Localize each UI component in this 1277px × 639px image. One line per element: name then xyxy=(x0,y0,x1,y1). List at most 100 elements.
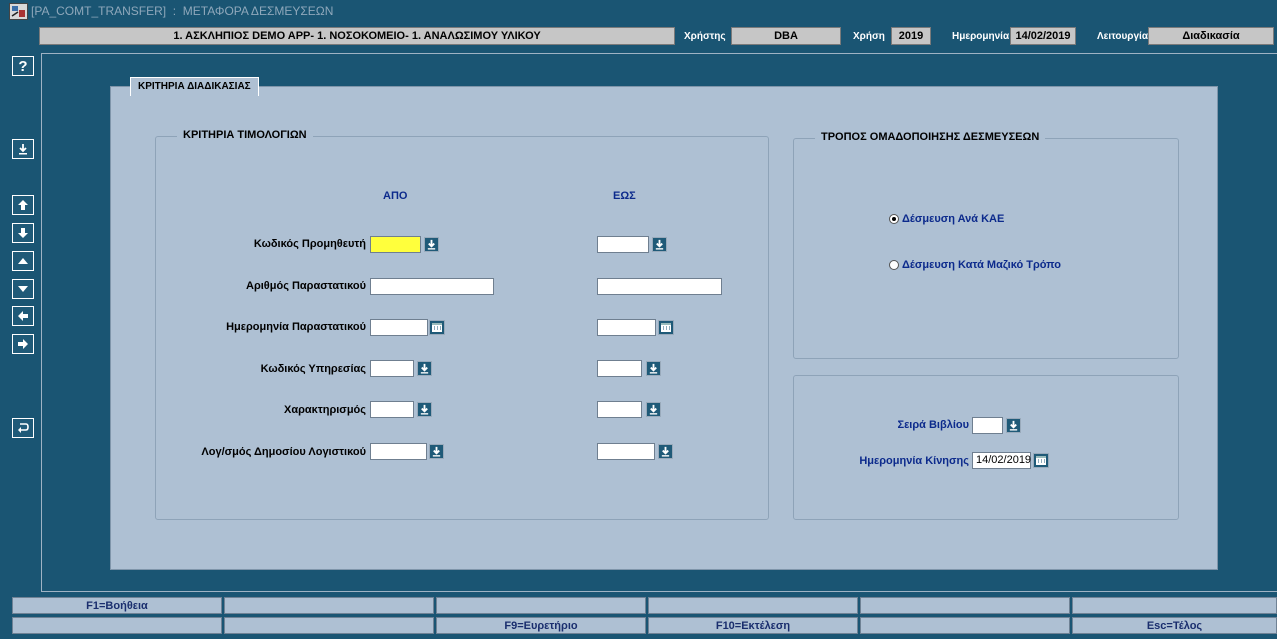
document-number-to-input[interactable] xyxy=(597,278,722,295)
supplier-code-label: Κωδικός Προμηθευτή xyxy=(253,238,366,250)
organization-field: 1. ΑΣΚΛΗΠΙΟΣ DEMO APP- 1. ΝΟΣΟΚΟΜΕΙΟ- 1.… xyxy=(39,27,675,45)
date-field: 14/02/2019 xyxy=(1010,27,1076,45)
down-arrow-list-icon xyxy=(655,239,664,250)
exit-button[interactable] xyxy=(12,418,34,438)
movement-date-label: Ημερομηνία Κίνησης xyxy=(859,455,969,467)
down-arrow-list-icon xyxy=(1009,420,1018,431)
radio-bulk-label[interactable]: Δέσμευση Κατά Μαζικό Τρόπο xyxy=(902,259,1061,271)
book-series-label: Σειρά Βιβλίου xyxy=(897,419,969,431)
user-field: DBA xyxy=(731,27,841,45)
grouping-title: ΤΡΟΠΟΣ ΟΜΑΔΟΠΟΙΗΣΗΣ ΔΕΣΜΕΥΣΕΩΝ xyxy=(815,131,1046,143)
radio-per-kae-label[interactable]: Δέσμευση Ανά ΚΑΕ xyxy=(902,213,1004,225)
public-accounting-from-lov-button[interactable] xyxy=(429,444,444,459)
fkey-slot[interactable] xyxy=(860,597,1070,614)
first-record-button[interactable] xyxy=(12,195,34,215)
book-series-input[interactable] xyxy=(972,417,1003,434)
fkey-slot[interactable] xyxy=(224,617,434,634)
down-arrow-list-icon xyxy=(649,363,658,374)
user-label: Χρήστης xyxy=(684,31,726,42)
radio-per-kae[interactable] xyxy=(889,214,899,224)
public-accounting-label: Λογ/σμός Δημοσίου Λογιστικού xyxy=(201,446,366,458)
down-arrow-list-icon xyxy=(661,446,670,457)
supplier-code-to-input[interactable] xyxy=(597,236,649,253)
characterization-from-input[interactable] xyxy=(370,401,414,418)
function-label: Λειτουργία xyxy=(1097,31,1148,42)
arrow-down-bold-icon xyxy=(18,228,28,238)
fkey-slot[interactable] xyxy=(860,617,1070,634)
fkey-slot[interactable] xyxy=(224,597,434,614)
public-accounting-to-lov-button[interactable] xyxy=(658,444,673,459)
document-date-from-calendar-button[interactable] xyxy=(429,320,445,335)
next-block-button[interactable] xyxy=(12,334,34,354)
next-record-button[interactable] xyxy=(12,279,34,299)
grouping-group xyxy=(793,138,1179,359)
year-field: 2019 xyxy=(891,27,931,45)
arrow-left-icon xyxy=(18,311,28,321)
to-header: ΕΩΣ xyxy=(613,190,636,202)
down-arrow-list-icon xyxy=(420,404,429,415)
calendar-icon xyxy=(432,323,442,332)
public-accounting-from-input[interactable] xyxy=(370,443,427,460)
help-icon: ? xyxy=(18,57,28,75)
movement-date-input[interactable]: 14/02/2019 xyxy=(972,452,1031,469)
title-bar: [PA_COMT_TRANSFER] : ΜΕΤΑΦΟΡΑ ΔΕΣΜΕΥΣΕΩΝ xyxy=(0,0,1277,22)
characterization-to-input[interactable] xyxy=(597,401,642,418)
from-header: ΑΠΟ xyxy=(383,190,408,202)
app-logo-icon xyxy=(9,3,28,20)
year-label: Χρήση xyxy=(853,31,885,42)
document-date-from-input[interactable] xyxy=(370,319,428,336)
arrow-right-icon xyxy=(18,339,28,349)
characterization-from-lov-button[interactable] xyxy=(417,402,432,417)
function-field: Διαδικασία xyxy=(1148,27,1274,45)
down-arrow-list-icon xyxy=(420,363,429,374)
movement-date-calendar-button[interactable] xyxy=(1033,453,1049,468)
document-date-label: Ημερομηνία Παραστατικού xyxy=(226,321,366,333)
last-record-button[interactable] xyxy=(12,223,34,243)
radio-bulk[interactable] xyxy=(889,260,899,270)
service-code-from-input[interactable] xyxy=(370,360,414,377)
document-date-to-input[interactable] xyxy=(597,319,656,336)
supplier-code-to-lov-button[interactable] xyxy=(652,237,667,252)
document-date-to-calendar-button[interactable] xyxy=(658,320,674,335)
down-arrow-list-icon xyxy=(19,144,27,155)
fkey-slot[interactable] xyxy=(1072,597,1277,614)
characterization-to-lov-button[interactable] xyxy=(646,402,661,417)
triangle-up-icon xyxy=(18,258,28,264)
supplier-code-from-input[interactable] xyxy=(370,236,421,253)
tab-process-criteria[interactable]: ΚΡΙΤΗΡΙΑ ΔΙΑΔΙΚΑΣΙΑΣ xyxy=(130,77,259,96)
calendar-icon xyxy=(661,323,671,332)
invoice-criteria-title: ΚΡΙΤΗΡΙΑ ΤΙΜΟΛΟΓΙΩΝ xyxy=(177,129,313,141)
book-series-lov-button[interactable] xyxy=(1006,418,1021,433)
public-accounting-to-input[interactable] xyxy=(597,443,655,460)
characterization-label: Χαρακτηρισμός xyxy=(284,404,366,416)
fkey-slot[interactable] xyxy=(12,617,222,634)
calendar-icon xyxy=(1036,456,1046,465)
triangle-down-icon xyxy=(18,286,28,292)
down-arrow-list-icon xyxy=(427,239,436,250)
service-code-to-input[interactable] xyxy=(597,360,642,377)
supplier-code-from-lov-button[interactable] xyxy=(424,237,439,252)
fkey-f9-index[interactable]: F9=Ευρετήριο xyxy=(436,617,646,634)
previous-record-button[interactable] xyxy=(12,251,34,271)
document-number-from-input[interactable] xyxy=(370,278,494,295)
list-of-values-button[interactable] xyxy=(12,139,34,159)
fkey-f1-help[interactable]: F1=Βοήθεια xyxy=(12,597,222,614)
help-button[interactable]: ? xyxy=(12,56,34,76)
down-arrow-list-icon xyxy=(432,446,441,457)
window-title: [PA_COMT_TRANSFER] : ΜΕΤΑΦΟΡΑ ΔΕΣΜΕΥΣΕΩΝ xyxy=(31,4,334,18)
movement-group xyxy=(793,375,1179,520)
service-code-to-lov-button[interactable] xyxy=(646,361,661,376)
return-icon xyxy=(18,423,29,433)
arrow-up-bold-icon xyxy=(18,200,28,210)
radio-selected-dot xyxy=(892,217,896,221)
date-label: Ημερομηνία xyxy=(952,31,1010,42)
service-code-from-lov-button[interactable] xyxy=(417,361,432,376)
previous-block-button[interactable] xyxy=(12,306,34,326)
down-arrow-list-icon xyxy=(649,404,658,415)
service-code-label: Κωδικός Υπηρεσίας xyxy=(260,363,366,375)
fkey-esc-end[interactable]: Esc=Τέλος xyxy=(1072,617,1277,634)
fkey-f10-execute[interactable]: F10=Εκτέλεση xyxy=(648,617,858,634)
fkey-slot[interactable] xyxy=(648,597,858,614)
fkey-slot[interactable] xyxy=(436,597,646,614)
document-number-label: Αριθμός Παραστατικού xyxy=(246,280,366,292)
